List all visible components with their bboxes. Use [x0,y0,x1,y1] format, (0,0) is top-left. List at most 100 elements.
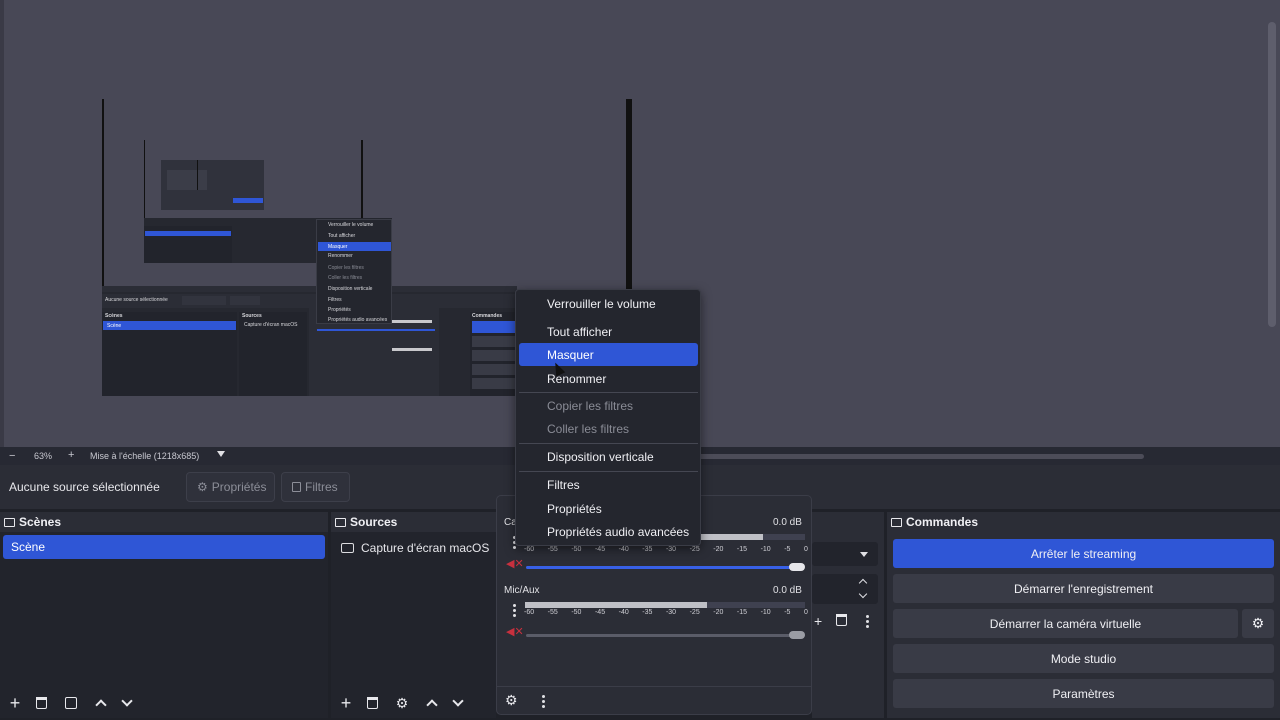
scene-list-item[interactable]: Scène [3,535,325,559]
volume-slider-track[interactable] [526,634,798,637]
preview-left-border [0,0,4,447]
scene-filters-button[interactable] [58,690,84,716]
preview-vertical-scrollbar[interactable] [1268,22,1276,327]
arrow-down-icon [452,695,464,707]
controls-title: Commandes [906,515,979,529]
spin-down-icon[interactable] [858,589,868,599]
sources-title: Sources [350,515,398,529]
dock-window-icon [335,517,346,527]
source-properties-button[interactable]: ⚙ [389,690,415,716]
no-source-selected-label: Aucune source sélectionnée [9,480,160,494]
sources-footer: + ⚙ [331,688,496,718]
remove-source-button[interactable] [359,690,385,716]
filters-button[interactable]: Filtres [281,472,350,502]
move-scene-down-button[interactable] [114,690,140,716]
volume-slider-track[interactable] [526,566,798,569]
studio-mode-button[interactable]: Mode studio [893,644,1274,673]
meter-scale: -60 -55 -50 -45 -40 -35 -30 -25 -20 -15 -10 -5 0 [524,546,808,553]
arrow-up-icon [95,699,107,711]
trash-icon [366,697,378,709]
filter-icon [292,482,301,492]
meter-scale: -60 -55 -50 -45 -40 -35 -30 -25 -20 -15 -10 -5 0 [524,609,808,616]
gear-icon[interactable]: ⚙ [505,692,518,709]
add-scene-button[interactable]: + [2,690,28,716]
menu-item-rename[interactable]: Renommer [519,367,698,390]
scenes-title: Scènes [19,515,62,529]
add-source-button[interactable]: + [333,690,359,716]
more-options-icon[interactable] [541,695,545,708]
move-scene-up-button[interactable] [88,690,114,716]
stop-streaming-button[interactable]: Arrêter le streaming [893,539,1274,568]
transition-duration-spinbox[interactable] [812,574,878,604]
menu-item-vertical-layout[interactable]: Disposition verticale [519,445,698,468]
menu-item-advanced-audio-properties[interactable]: Propriétés audio avancées [519,520,698,543]
channel-db: 0.0 dB [773,585,802,596]
menu-separator [519,392,698,393]
arrow-down-icon [121,695,133,707]
properties-button[interactable]: ⚙ Propriétés [186,472,275,502]
menu-item-copy-filters[interactable]: Copier les filtres [519,394,698,417]
transition-select[interactable] [812,542,878,566]
move-source-down-button[interactable] [445,690,471,716]
settings-button[interactable]: Paramètres [893,679,1274,708]
arrow-up-icon [426,699,438,711]
trash-icon[interactable] [836,614,847,626]
menu-item-lock-volume[interactable]: Verrouiller le volume [519,292,698,315]
controls-dock-title: Commandes [887,512,1280,532]
gear-icon: ⚙ [197,480,208,494]
channel-menu-icon[interactable] [512,604,516,617]
more-options-icon[interactable] [865,615,869,628]
zoom-in-button[interactable]: + [68,449,74,461]
scenes-dock-title: Scènes [0,512,328,532]
move-source-up-button[interactable] [419,690,445,716]
source-list-item[interactable]: Capture d'écran macOS [341,541,489,555]
settings-label: Paramètres [1052,686,1115,701]
dock-window-icon [891,517,902,527]
menu-item-properties[interactable]: Propriétés [519,497,698,520]
virtual-camera-settings-button[interactable]: ⚙ [1242,609,1274,638]
volume-meter [525,602,805,608]
channel-name: Mic/Aux [504,585,540,596]
filters-button-label: Filtres [305,480,338,494]
speaker-muted-icon[interactable]: ◀✕ [506,626,524,638]
menu-item-paste-filters[interactable]: Coller les filtres [519,417,698,440]
speaker-muted-icon[interactable]: ◀✕ [506,558,524,570]
context-menu: Verrouiller le volume Tout afficher Masq… [515,289,701,546]
caret-down-icon [860,552,868,557]
plus-icon[interactable]: + [814,613,822,629]
start-virtual-camera-button[interactable]: Démarrer la caméra virtuelle [893,609,1238,638]
gear-icon: ⚙ [1251,615,1265,631]
scale-mode-label[interactable]: Mise à l'échelle (1218x685) [90,451,199,461]
plus-icon: + [340,692,352,713]
preview-horizontal-scrollbar[interactable] [640,454,1144,459]
scene-transitions-dock: + [812,512,884,718]
scene-item-label: Scène [11,540,46,554]
studio-mode-label: Mode studio [1050,651,1117,666]
start-virtual-camera-label: Démarrer la caméra virtuelle [989,616,1142,631]
plus-icon: + [9,692,21,713]
scenes-dock: Scènes Scène + [0,512,328,718]
gear-icon: ⚙ [395,694,409,711]
menu-item-hide[interactable]: Masquer [519,343,698,366]
monitor-icon [341,543,354,553]
properties-button-label: Propriétés [211,480,267,494]
volume-slider-handle[interactable] [789,631,805,639]
menu-item-show-all[interactable]: Tout afficher [519,320,698,343]
start-recording-label: Démarrer l'enregistrement [1013,581,1153,596]
zoom-level: 63% [34,451,53,461]
sources-dock: Sources Capture d'écran macOS + ⚙ [331,512,496,718]
spin-up-icon[interactable] [858,578,868,588]
menu-separator [519,471,698,472]
dock-window-icon [4,517,15,527]
stop-streaming-label: Arrêter le streaming [1030,546,1137,561]
filter-icon [65,697,77,709]
caret-down-icon[interactable] [217,451,225,457]
volume-slider-handle[interactable] [789,563,805,571]
zoom-out-button[interactable]: − [9,450,15,462]
remove-scene-button[interactable] [28,690,54,716]
trash-icon [35,697,47,709]
menu-item-filters[interactable]: Filtres [519,473,698,496]
sources-dock-title: Sources [331,512,496,532]
start-recording-button[interactable]: Démarrer l'enregistrement [893,574,1274,603]
source-item-label: Capture d'écran macOS [361,541,490,555]
